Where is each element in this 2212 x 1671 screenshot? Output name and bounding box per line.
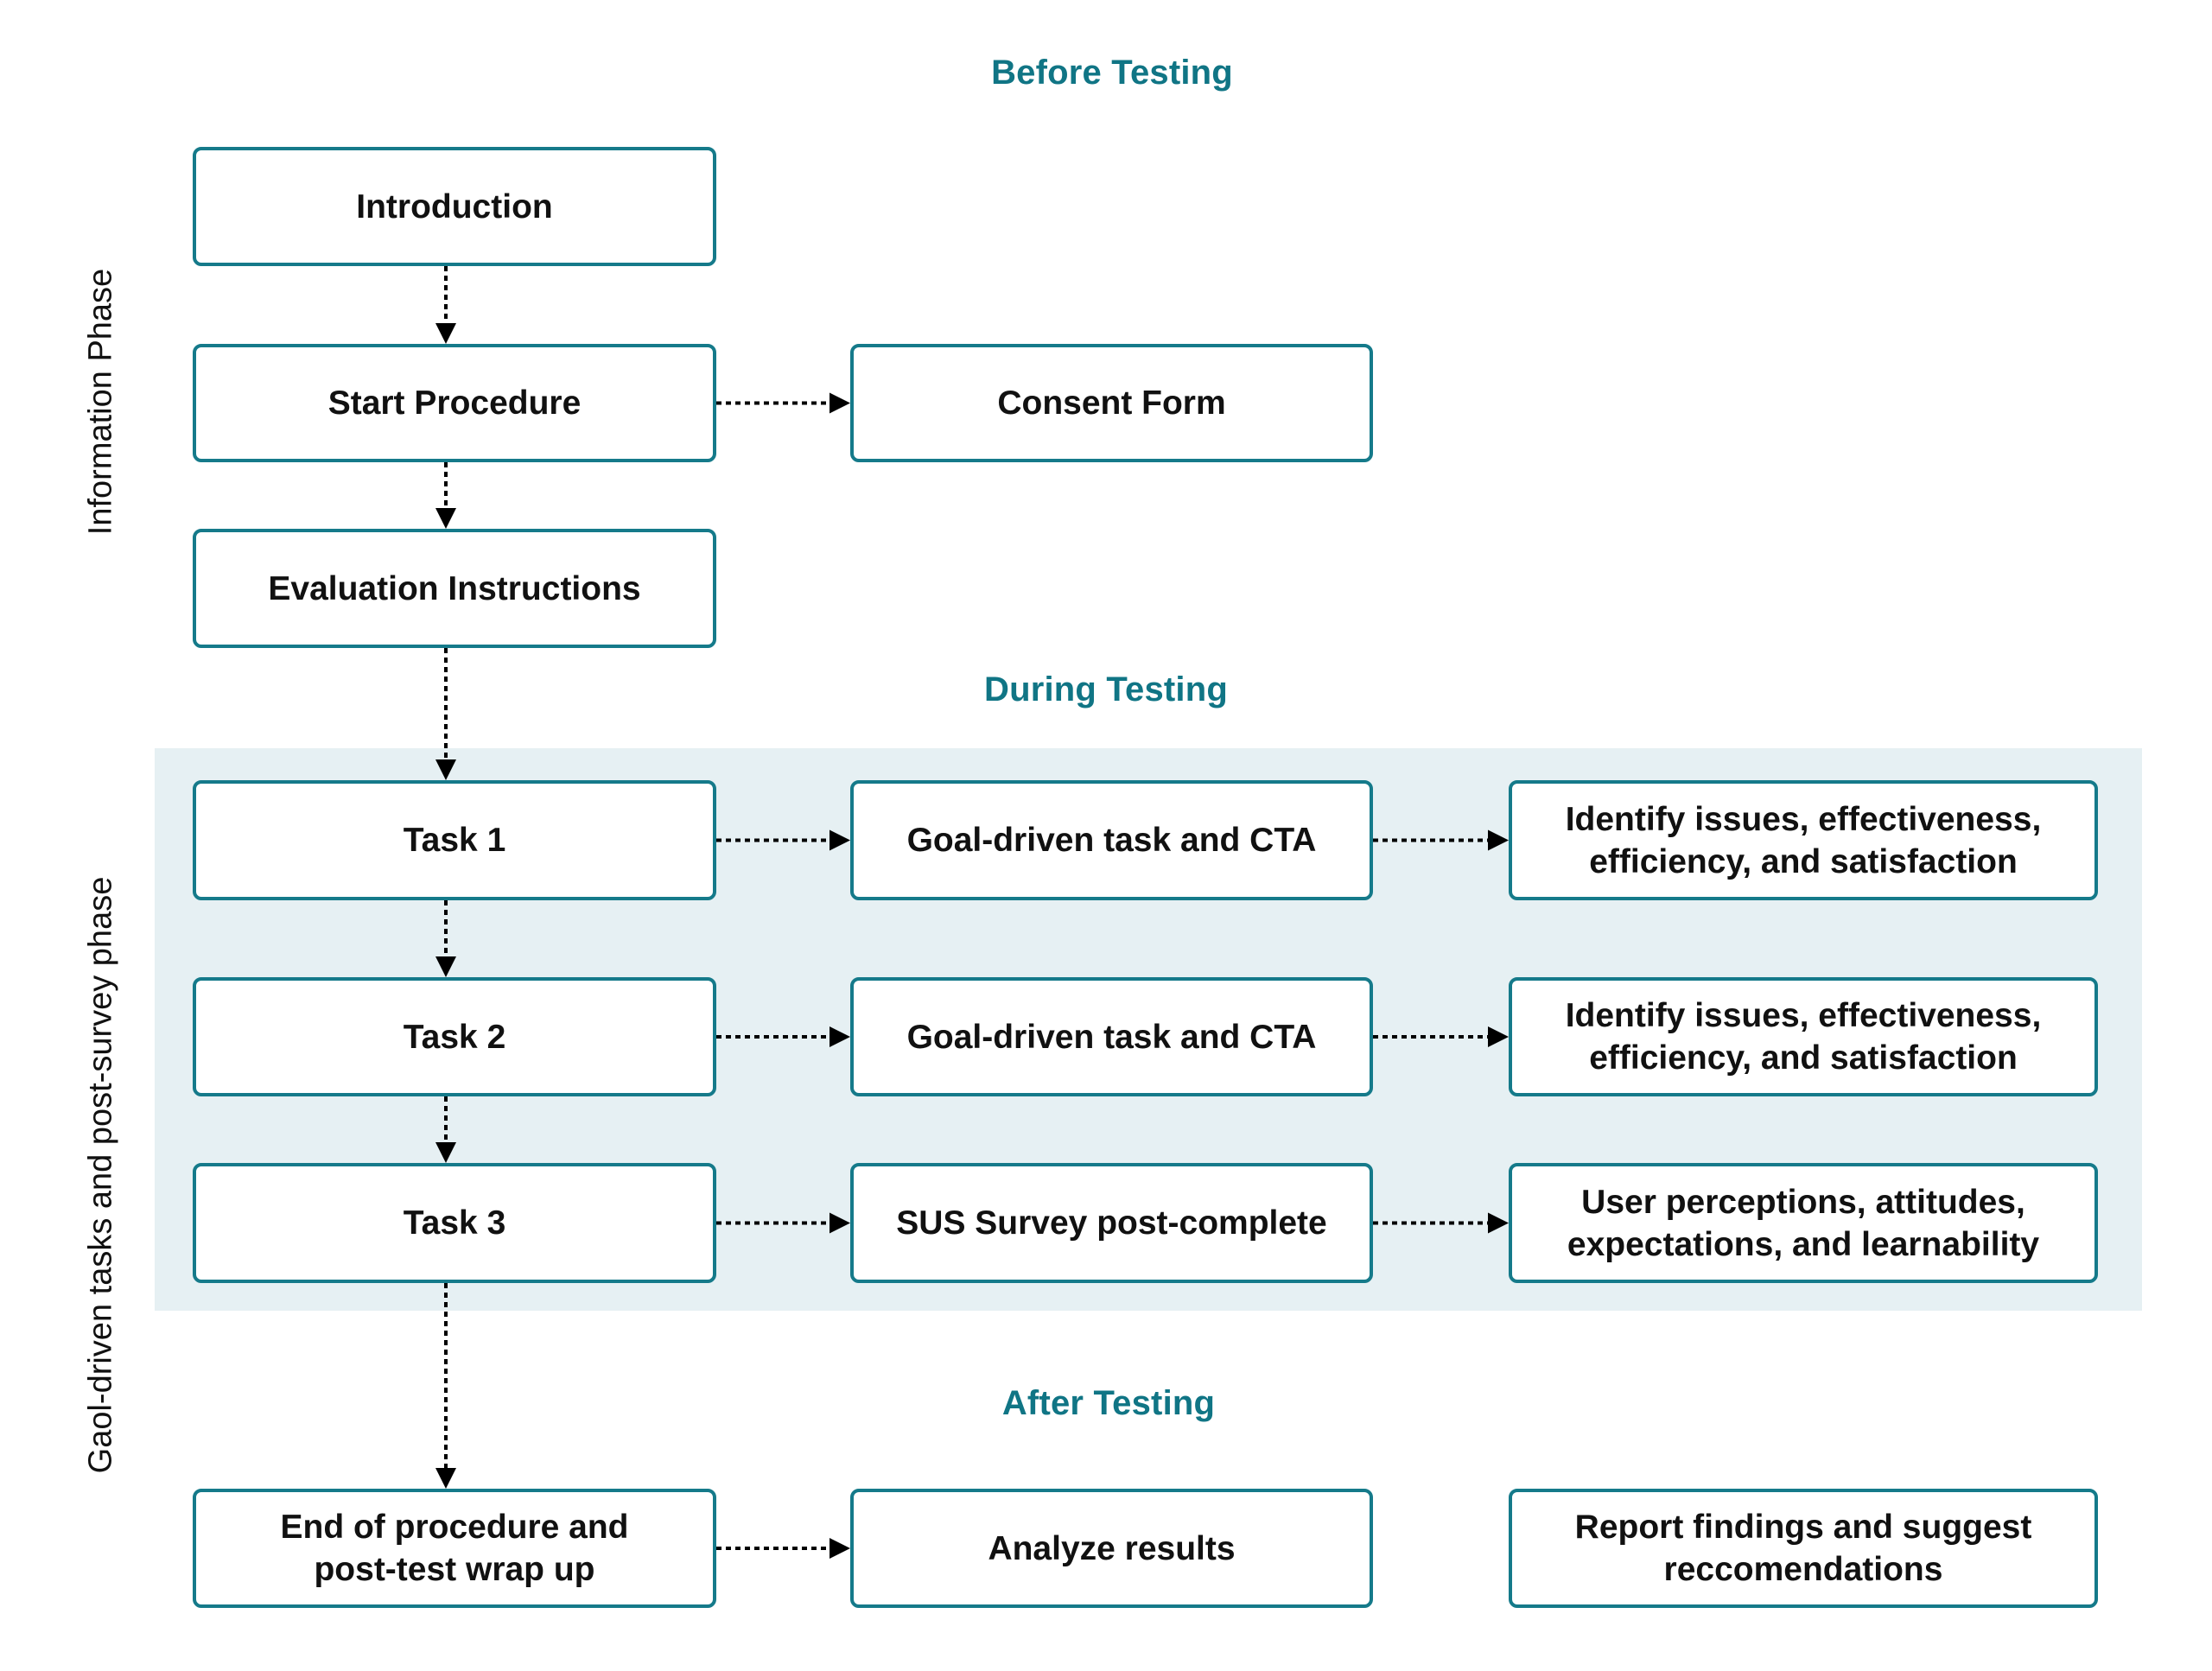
connector-arrow-start_procedure-to-consent_form [716,392,850,414]
node-label: User perceptions, attitudes, expectation… [1567,1183,2040,1263]
connector-arrow-end_procedure-to-analyze_results [716,1538,850,1559]
side-label-task-phase: Gaol-driven tasks and post-survey phase [82,876,119,1474]
node-consent-form: Consent Form [850,344,1373,462]
node-analyze-results: Analyze results [850,1489,1373,1608]
node-label: Task 3 [403,1204,506,1242]
node-start-procedure: Start Procedure [193,344,716,462]
arrowhead-icon [435,323,456,344]
node-evaluation-instructions: Evaluation Instructions [193,529,716,648]
node-task-3: Task 3 [193,1163,716,1283]
node-task-3-outcome: User perceptions, attitudes, expectation… [1509,1163,2098,1283]
node-label: Goal-driven task and CTA [906,1018,1317,1056]
node-label: SUS Survey post-complete [896,1204,1327,1242]
node-task-1: Task 1 [193,780,716,900]
node-report-findings: Report findings and suggest reccomendati… [1509,1489,2098,1608]
connector-arrow-start_procedure-to-evaluation_instructions [435,462,456,529]
node-task-2-outcome: Identify issues, effectiveness, efficien… [1509,977,2098,1096]
node-task-1-outcome: Identify issues, effectiveness, efficien… [1509,780,2098,900]
node-label: Task 1 [403,822,506,859]
side-label-information-phase: Information Phase [82,268,119,536]
arrowhead-icon [830,392,850,414]
node-label: Report findings and suggest reccomendati… [1574,1509,2032,1588]
arrowhead-icon [830,1538,850,1559]
node-task-3-survey: SUS Survey post-complete [850,1163,1373,1283]
node-introduction: Introduction [193,147,716,266]
node-end-procedure: End of procedure and post-test wrap up [193,1489,716,1608]
node-label: End of procedure and post-test wrap up [280,1509,629,1588]
arrowhead-icon [435,1468,456,1489]
connector-arrow-introduction-to-start_procedure [435,266,456,344]
section-title-after-testing: After Testing [1001,1384,1216,1422]
node-task-2-goal: Goal-driven task and CTA [850,977,1373,1096]
connector-arrow-task3-to-end_procedure [435,1283,456,1489]
section-title-during-testing: During Testing [983,670,1229,708]
arrowhead-icon [435,508,456,529]
node-label: Evaluation Instructions [268,569,641,607]
node-label: Goal-driven task and CTA [906,822,1317,859]
node-task-1-goal: Goal-driven task and CTA [850,780,1373,900]
node-label: Introduction [356,187,553,226]
node-task-2: Task 2 [193,977,716,1096]
node-label: Consent Form [997,384,1226,422]
node-label: Task 2 [403,1018,506,1056]
section-title-before-testing: Before Testing [991,54,1233,92]
node-label: Identify issues, effectiveness, efficien… [1565,997,2042,1077]
node-label: Start Procedure [327,384,582,422]
node-label: Identify issues, effectiveness, efficien… [1565,800,2042,880]
node-label: Analyze results [988,1529,1236,1567]
